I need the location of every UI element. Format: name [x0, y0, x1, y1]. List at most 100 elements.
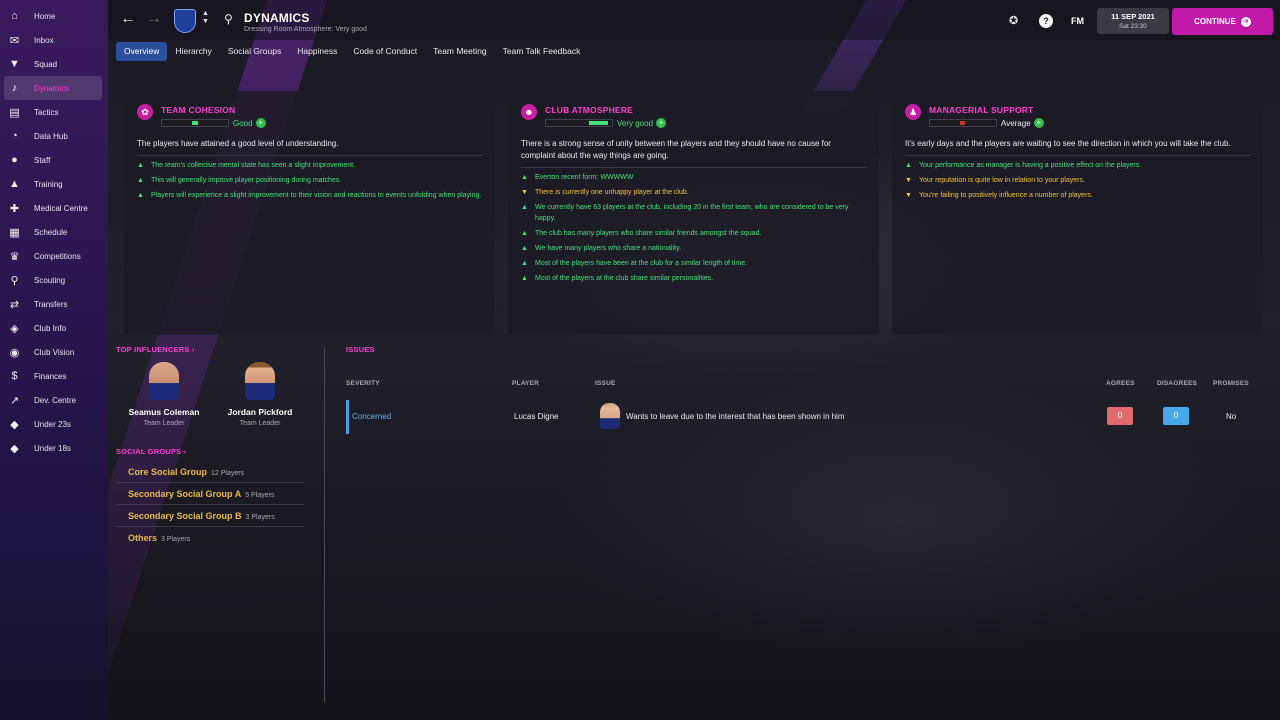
tab-team-meeting[interactable]: Team Meeting: [425, 42, 494, 61]
sidebar-item-club-vision[interactable]: ◉ Club Vision: [4, 340, 102, 364]
sidebar-item-home[interactable]: ⌂ Home: [4, 4, 102, 28]
panel-header: ☻ CLUB ATMOSPHERE Very good +: [521, 104, 867, 128]
help-icon[interactable]: ?: [1039, 14, 1053, 28]
thumbs-up-icon: ▲: [137, 192, 144, 199]
info-plus-icon[interactable]: +: [255, 118, 266, 128]
top-influencers-title[interactable]: TOP INFLUENCERS ›: [116, 345, 322, 354]
sidebar-item-training[interactable]: ▲ Training: [4, 172, 102, 196]
player-face-icon: [149, 362, 179, 400]
panel-title: CLUB ATMOSPHERE: [545, 105, 633, 115]
thumbs-up-icon: ▲: [137, 162, 144, 169]
under-23s-icon: ◆: [10, 418, 19, 431]
social-group-name: Others: [128, 533, 158, 543]
sidebar-item-squad[interactable]: ▼ Squad: [4, 52, 102, 76]
sidebar-item-label: Dev. Centre: [34, 395, 77, 405]
factor-text: Most of the players at the club share si…: [535, 275, 714, 282]
sidebar-item-inbox[interactable]: ✉ Inbox: [4, 28, 102, 52]
social-group-item[interactable]: Core Social Group 12 Players: [116, 461, 304, 483]
factor-text: We currently have 63 players at the club…: [535, 204, 849, 222]
rating-bar: [929, 119, 997, 127]
team-cohesion-panel: ✿ TEAM COHESION Good + The players have atta…: [124, 91, 495, 335]
social-groups-title[interactable]: SOCIAL GROUPS ›: [116, 447, 322, 456]
column-header-issue: ISSUE: [595, 380, 616, 387]
social-group-count: 5 Players: [245, 492, 275, 499]
social-group-count: 3 Players: [161, 536, 191, 543]
sidebar-item-label: Dynamics: [34, 83, 70, 93]
sidebar-item-finances[interactable]: $ Finances: [4, 364, 102, 388]
influencer-card[interactable]: Seamus Coleman Team Leader: [116, 362, 212, 427]
medical-icon: ✚: [9, 202, 20, 215]
sidebar-item-club-info[interactable]: ◈ Club Info: [4, 316, 102, 340]
factor-item: ▼ You're failing to positively influence …: [905, 190, 1251, 201]
sidebar-item-label: Squad: [34, 59, 58, 69]
thumbs-up-icon: ▲: [521, 275, 528, 282]
sidebar-item-competitions[interactable]: ♛ Competitions: [4, 244, 102, 268]
rating-bar: [161, 119, 229, 127]
thumbs-up-icon: ▲: [521, 260, 528, 267]
rating-label: Average: [1001, 118, 1031, 128]
issue-player-name[interactable]: Lucas Digne: [514, 412, 558, 421]
factor-item: ▲ The team's collective mental state has …: [137, 160, 483, 171]
club-crest-icon[interactable]: [174, 9, 196, 33]
sidebar-item-dynamics[interactable]: ♪ Dynamics: [4, 76, 102, 100]
tab-code-of-conduct[interactable]: Code of Conduct: [345, 42, 425, 61]
influencer-name: Seamus Coleman: [128, 407, 200, 417]
info-plus-icon[interactable]: +: [656, 118, 667, 128]
sidebar-item-transfers[interactable]: ⇄ Transfers: [4, 292, 102, 316]
social-group-item[interactable]: Secondary Social Group B3 Players: [116, 505, 304, 527]
tab-team-talk-feedback[interactable]: Team Talk Feedback: [495, 42, 589, 61]
sidebar-item-staff[interactable]: ● Staff: [4, 148, 102, 172]
rating-row: Average +: [929, 118, 1044, 128]
factor-item: ▲ We have many players who share a nation…: [521, 243, 867, 254]
issue-row[interactable]: Concerned Lucas Digne Wants to leave due…: [346, 400, 1256, 434]
fm-menu-icon[interactable]: FM: [1071, 16, 1084, 26]
dynamics-icon: ♪: [11, 82, 18, 94]
panel-description: The players have attained a good level o…: [137, 138, 483, 156]
factor-text: The team's collective mental state has s…: [151, 162, 356, 169]
column-header-severity: SEVERITY: [346, 380, 380, 387]
sidebar: ⌂ Home ✉ Inbox ▼ Squad ♪ Dynamics ▤ Tactics ◔ Data …: [0, 0, 108, 720]
info-plus-icon[interactable]: +: [1033, 118, 1044, 128]
severity-indicator: [346, 400, 349, 434]
club-switch-chevron-icon[interactable]: ▲ ▼: [202, 10, 209, 26]
sidebar-item-under-18s[interactable]: ◆ Under 18s: [4, 436, 102, 460]
thumbs-up-icon: ▲: [521, 204, 528, 211]
back-arrow-icon[interactable]: ←: [118, 10, 138, 28]
continue-button[interactable]: CONTINUE ➜: [1172, 8, 1273, 35]
social-group-item[interactable]: Others 3 Players: [116, 527, 304, 548]
divider: [324, 347, 325, 703]
scouting-icon: ⚲: [10, 274, 19, 287]
tab-overview[interactable]: Overview: [116, 42, 168, 61]
club-vision-icon: ◉: [9, 346, 20, 359]
staff-icon: ●: [11, 154, 18, 166]
rating-label: Very good: [617, 118, 654, 128]
agrees-count[interactable]: 0: [1107, 407, 1133, 425]
social-group-item[interactable]: Secondary Social Group A5 Players: [116, 483, 304, 505]
search-icon[interactable]: ⚲: [224, 12, 233, 26]
disagrees-count[interactable]: 0: [1163, 407, 1189, 425]
sidebar-item-schedule[interactable]: ▦ Schedule: [4, 220, 102, 244]
sidebar-item-data-hub[interactable]: ◔ Data Hub: [4, 124, 102, 148]
thumbs-up-icon: ▲: [905, 162, 912, 169]
forward-arrow-icon[interactable]: →: [144, 10, 164, 28]
influencer-name: Jordan Pickford: [227, 407, 293, 417]
sidebar-item-dev-centre[interactable]: ↗ Dev. Centre: [4, 388, 102, 412]
tab-hierarchy[interactable]: Hierarchy: [167, 42, 219, 61]
tab-happiness[interactable]: Happiness: [289, 42, 345, 61]
tab-social-groups[interactable]: Social Groups: [220, 42, 289, 61]
influencer-card[interactable]: Jordan Pickford Team Leader: [212, 362, 308, 427]
sidebar-item-medical-centre[interactable]: ✚ Medical Centre: [4, 196, 102, 220]
player-face-icon: [600, 403, 620, 429]
sidebar-item-tactics[interactable]: ▤ Tactics: [4, 100, 102, 124]
rating-row: Very good +: [545, 118, 667, 128]
club-info-icon: ◈: [10, 322, 19, 335]
column-header-disagrees: DISAGREES: [1157, 380, 1198, 387]
factor-item: ▼ Your reputation is quite low in relatio…: [905, 175, 1251, 186]
data-hub-icon: ◔: [11, 130, 18, 142]
factor-item: ▼ There is currently one unhappy player a…: [521, 187, 867, 198]
sidebar-item-under-23s[interactable]: ◆ Under 23s: [4, 412, 102, 436]
date-display[interactable]: 11 SEP 2021 Sat 23:30: [1097, 8, 1169, 34]
social-feed-icon[interactable]: ✪: [1009, 14, 1018, 27]
social-group-name: Secondary Social Group A: [128, 489, 242, 499]
sidebar-item-scouting[interactable]: ⚲ Scouting: [4, 268, 102, 292]
